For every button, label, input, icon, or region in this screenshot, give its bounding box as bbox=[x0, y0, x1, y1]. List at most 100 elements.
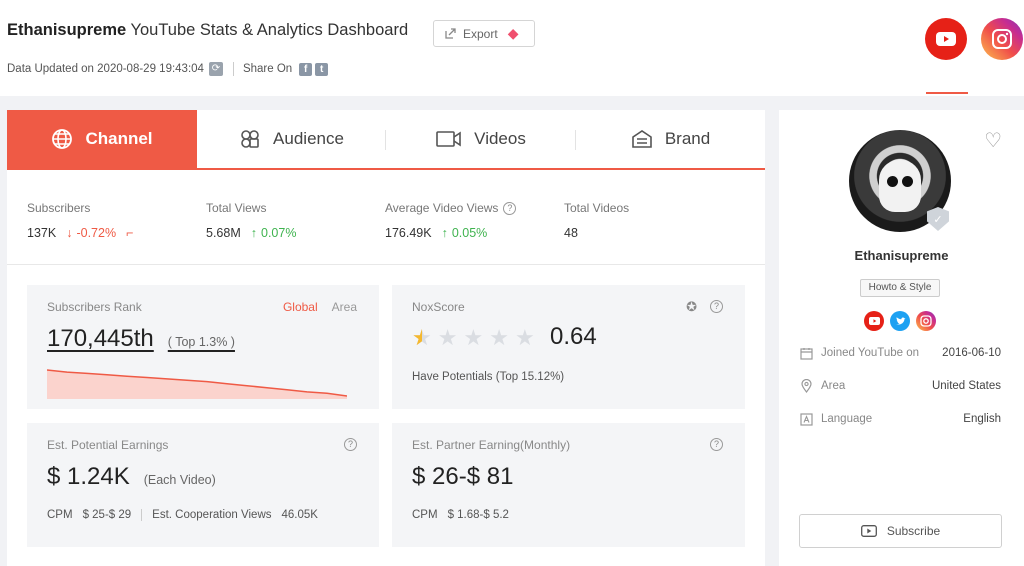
rank-global-toggle[interactable]: Global bbox=[283, 300, 318, 314]
star-icon: ★ bbox=[489, 325, 509, 350]
help-icon[interactable]: ? bbox=[710, 300, 723, 313]
tab-channel[interactable]: Channel bbox=[7, 110, 197, 168]
subscribers-rank-value-row: 170,445th ( Top 1.3% ) bbox=[47, 325, 235, 353]
facebook-share-icon[interactable]: f bbox=[299, 62, 313, 76]
help-icon[interactable]: ? bbox=[344, 438, 357, 451]
stat-total-views-label: Total Views bbox=[206, 201, 267, 215]
location-pin-icon bbox=[799, 379, 813, 393]
page-title: Ethanisupreme YouTube Stats & Analytics … bbox=[7, 21, 408, 40]
language-value: English bbox=[963, 413, 1001, 425]
tab-videos-label: Videos bbox=[474, 129, 526, 148]
joined-label: Joined YouTube on bbox=[821, 347, 920, 359]
trend-icon: ⌐ bbox=[126, 226, 134, 240]
star-icon: ★ bbox=[437, 325, 458, 350]
audience-icon bbox=[241, 130, 259, 148]
tab-videos[interactable]: Videos bbox=[386, 110, 576, 168]
star-icon: ★ bbox=[514, 325, 535, 350]
noxscore-value: 0.64 bbox=[550, 323, 597, 350]
stat-total-views-value-row: 5.68M ↑ 0.07% bbox=[206, 226, 296, 240]
stats-row: Subscribers 137K ↓ -0.72% ⌐ Total Views … bbox=[7, 170, 765, 265]
help-icon[interactable]: ? bbox=[503, 201, 517, 215]
tab-brand[interactable]: Brand bbox=[576, 110, 765, 168]
rank-trend-sparkline bbox=[47, 369, 347, 399]
noxscore-potential: Have Potentials (Top 15.12%) bbox=[412, 371, 565, 383]
brand-icon bbox=[632, 130, 652, 148]
star-icon: ★ bbox=[463, 325, 484, 350]
cpm-label: CPM bbox=[47, 509, 73, 521]
star-icon: ★ bbox=[412, 327, 432, 350]
stat-total-videos-value: 48 bbox=[564, 226, 578, 240]
instagram-platform-icon[interactable] bbox=[981, 18, 1023, 60]
stat-avg-video-views: Average Video Views ? 176.49K ↑ 0.05% bbox=[385, 201, 517, 240]
stat-avg-video-views-label-row: Average Video Views ? bbox=[385, 201, 517, 215]
noxscore-label: NoxScore bbox=[412, 300, 465, 314]
stat-avg-video-views-value: 176.49K bbox=[385, 226, 432, 240]
youtube-platform-icon[interactable] bbox=[925, 18, 967, 60]
subscribe-button[interactable]: Subscribe bbox=[799, 514, 1002, 548]
tab-channel-label: Channel bbox=[85, 129, 153, 148]
main-panel: Channel Audience Videos Brand Subscriber… bbox=[7, 110, 765, 566]
twitter-share-icon[interactable]: t bbox=[315, 62, 329, 76]
verified-shield-icon: ✓ bbox=[927, 207, 949, 231]
cpm-value: $ 25-$ 29 bbox=[82, 509, 132, 521]
partner-earnings-label: Est. Partner Earning(Monthly) bbox=[412, 438, 571, 452]
subscribe-label: Subscribe bbox=[886, 524, 941, 538]
stat-subscribers-value: 137K bbox=[27, 226, 57, 240]
potential-earnings-details: CPM $ 25-$ 29 Est. Cooperation Views 46.… bbox=[47, 509, 318, 521]
stat-total-videos: Total Videos 48 bbox=[564, 201, 629, 240]
stat-total-views-value: 5.68M bbox=[206, 226, 241, 240]
export-label: Export bbox=[463, 26, 498, 41]
premium-gem-icon: ◆ bbox=[507, 25, 519, 41]
stat-avg-video-views-label: Average Video Views bbox=[385, 201, 499, 215]
subscribers-rank-label: Subscribers Rank bbox=[47, 300, 142, 314]
potential-earnings-unit: (Each Video) bbox=[143, 473, 216, 487]
badge-icon[interactable]: ✪ bbox=[686, 299, 697, 315]
stat-avg-video-views-value-row: 176.49K ↑ 0.05% bbox=[385, 226, 516, 240]
tab-brand-label: Brand bbox=[664, 129, 711, 148]
noxscore-card: NoxScore ✪ ? ★ ★ ★ ★ ★ 0.64 Have Potenti… bbox=[392, 285, 745, 409]
skull-mask bbox=[879, 160, 921, 212]
subscribers-rank-card: Subscribers Rank Global Area 170,445th ( … bbox=[27, 285, 379, 409]
area-value: United States bbox=[931, 380, 1001, 392]
potential-earnings-value-row: $ 1.24K (Each Video) bbox=[47, 463, 216, 491]
meta-row: Data Updated on 2020-08-29 19:43:04 ⟳ Sh… bbox=[7, 62, 329, 76]
tab-audience-label: Audience bbox=[273, 129, 344, 148]
eye bbox=[902, 176, 913, 187]
language-row: Language English bbox=[799, 412, 1001, 426]
top-header: Ethanisupreme YouTube Stats & Analytics … bbox=[0, 0, 1024, 96]
title-suffix: YouTube Stats & Analytics Dashboard bbox=[130, 21, 409, 39]
stat-subscribers-value-row: 137K ↓ -0.72% ⌐ bbox=[27, 226, 133, 240]
rank-area-toggle[interactable]: Area bbox=[332, 300, 357, 314]
cpm-label: CPM bbox=[412, 509, 438, 521]
twitter-link-icon[interactable] bbox=[890, 311, 910, 331]
category-badge[interactable]: Howto & Style bbox=[860, 279, 940, 297]
arrow-up-icon: ↑ bbox=[441, 226, 448, 240]
channel-name-title: Ethanisupreme bbox=[7, 21, 127, 39]
arrow-up-icon: ↑ bbox=[250, 226, 257, 240]
stat-subscribers: Subscribers 137K ↓ -0.72% ⌐ bbox=[27, 201, 133, 240]
area-row: Area United States bbox=[799, 379, 1001, 393]
share-label: Share On bbox=[242, 63, 293, 75]
video-camera-icon bbox=[436, 131, 461, 147]
export-icon bbox=[445, 28, 456, 39]
favorite-heart-icon[interactable]: ♡ bbox=[984, 128, 1002, 153]
area-label: Area bbox=[821, 380, 846, 392]
export-button[interactable]: Export ◆ bbox=[433, 20, 535, 47]
language-label: Language bbox=[821, 413, 873, 425]
partner-earnings-card: Est. Partner Earning(Monthly) ? $ 26-$ 8… bbox=[392, 423, 745, 547]
calendar-icon bbox=[799, 346, 813, 360]
subscribers-rank-top-note: ( Top 1.3% ) bbox=[167, 335, 235, 349]
instagram-link-icon[interactable] bbox=[916, 311, 936, 331]
divider bbox=[232, 62, 234, 76]
refresh-icon[interactable]: ⟳ bbox=[208, 62, 223, 76]
potential-earnings-value: $ 1.24K bbox=[47, 463, 130, 490]
cpm-value: $ 1.68-$ 5.2 bbox=[447, 509, 509, 521]
cooperation-views-label: Est. Cooperation Views bbox=[152, 509, 272, 521]
subscribers-rank-value: 170,445th bbox=[47, 325, 154, 352]
channel-profile-panel: ♡ ✓ Ethanisupreme Howto & Style Joined Y… bbox=[779, 110, 1024, 566]
youtube-link-icon[interactable] bbox=[864, 311, 884, 331]
tab-audience[interactable]: Audience bbox=[197, 110, 386, 168]
partner-earnings-details: CPM $ 1.68-$ 5.2 bbox=[412, 509, 509, 521]
cooperation-views-value: 46.05K bbox=[281, 509, 318, 521]
help-icon[interactable]: ? bbox=[710, 438, 723, 451]
